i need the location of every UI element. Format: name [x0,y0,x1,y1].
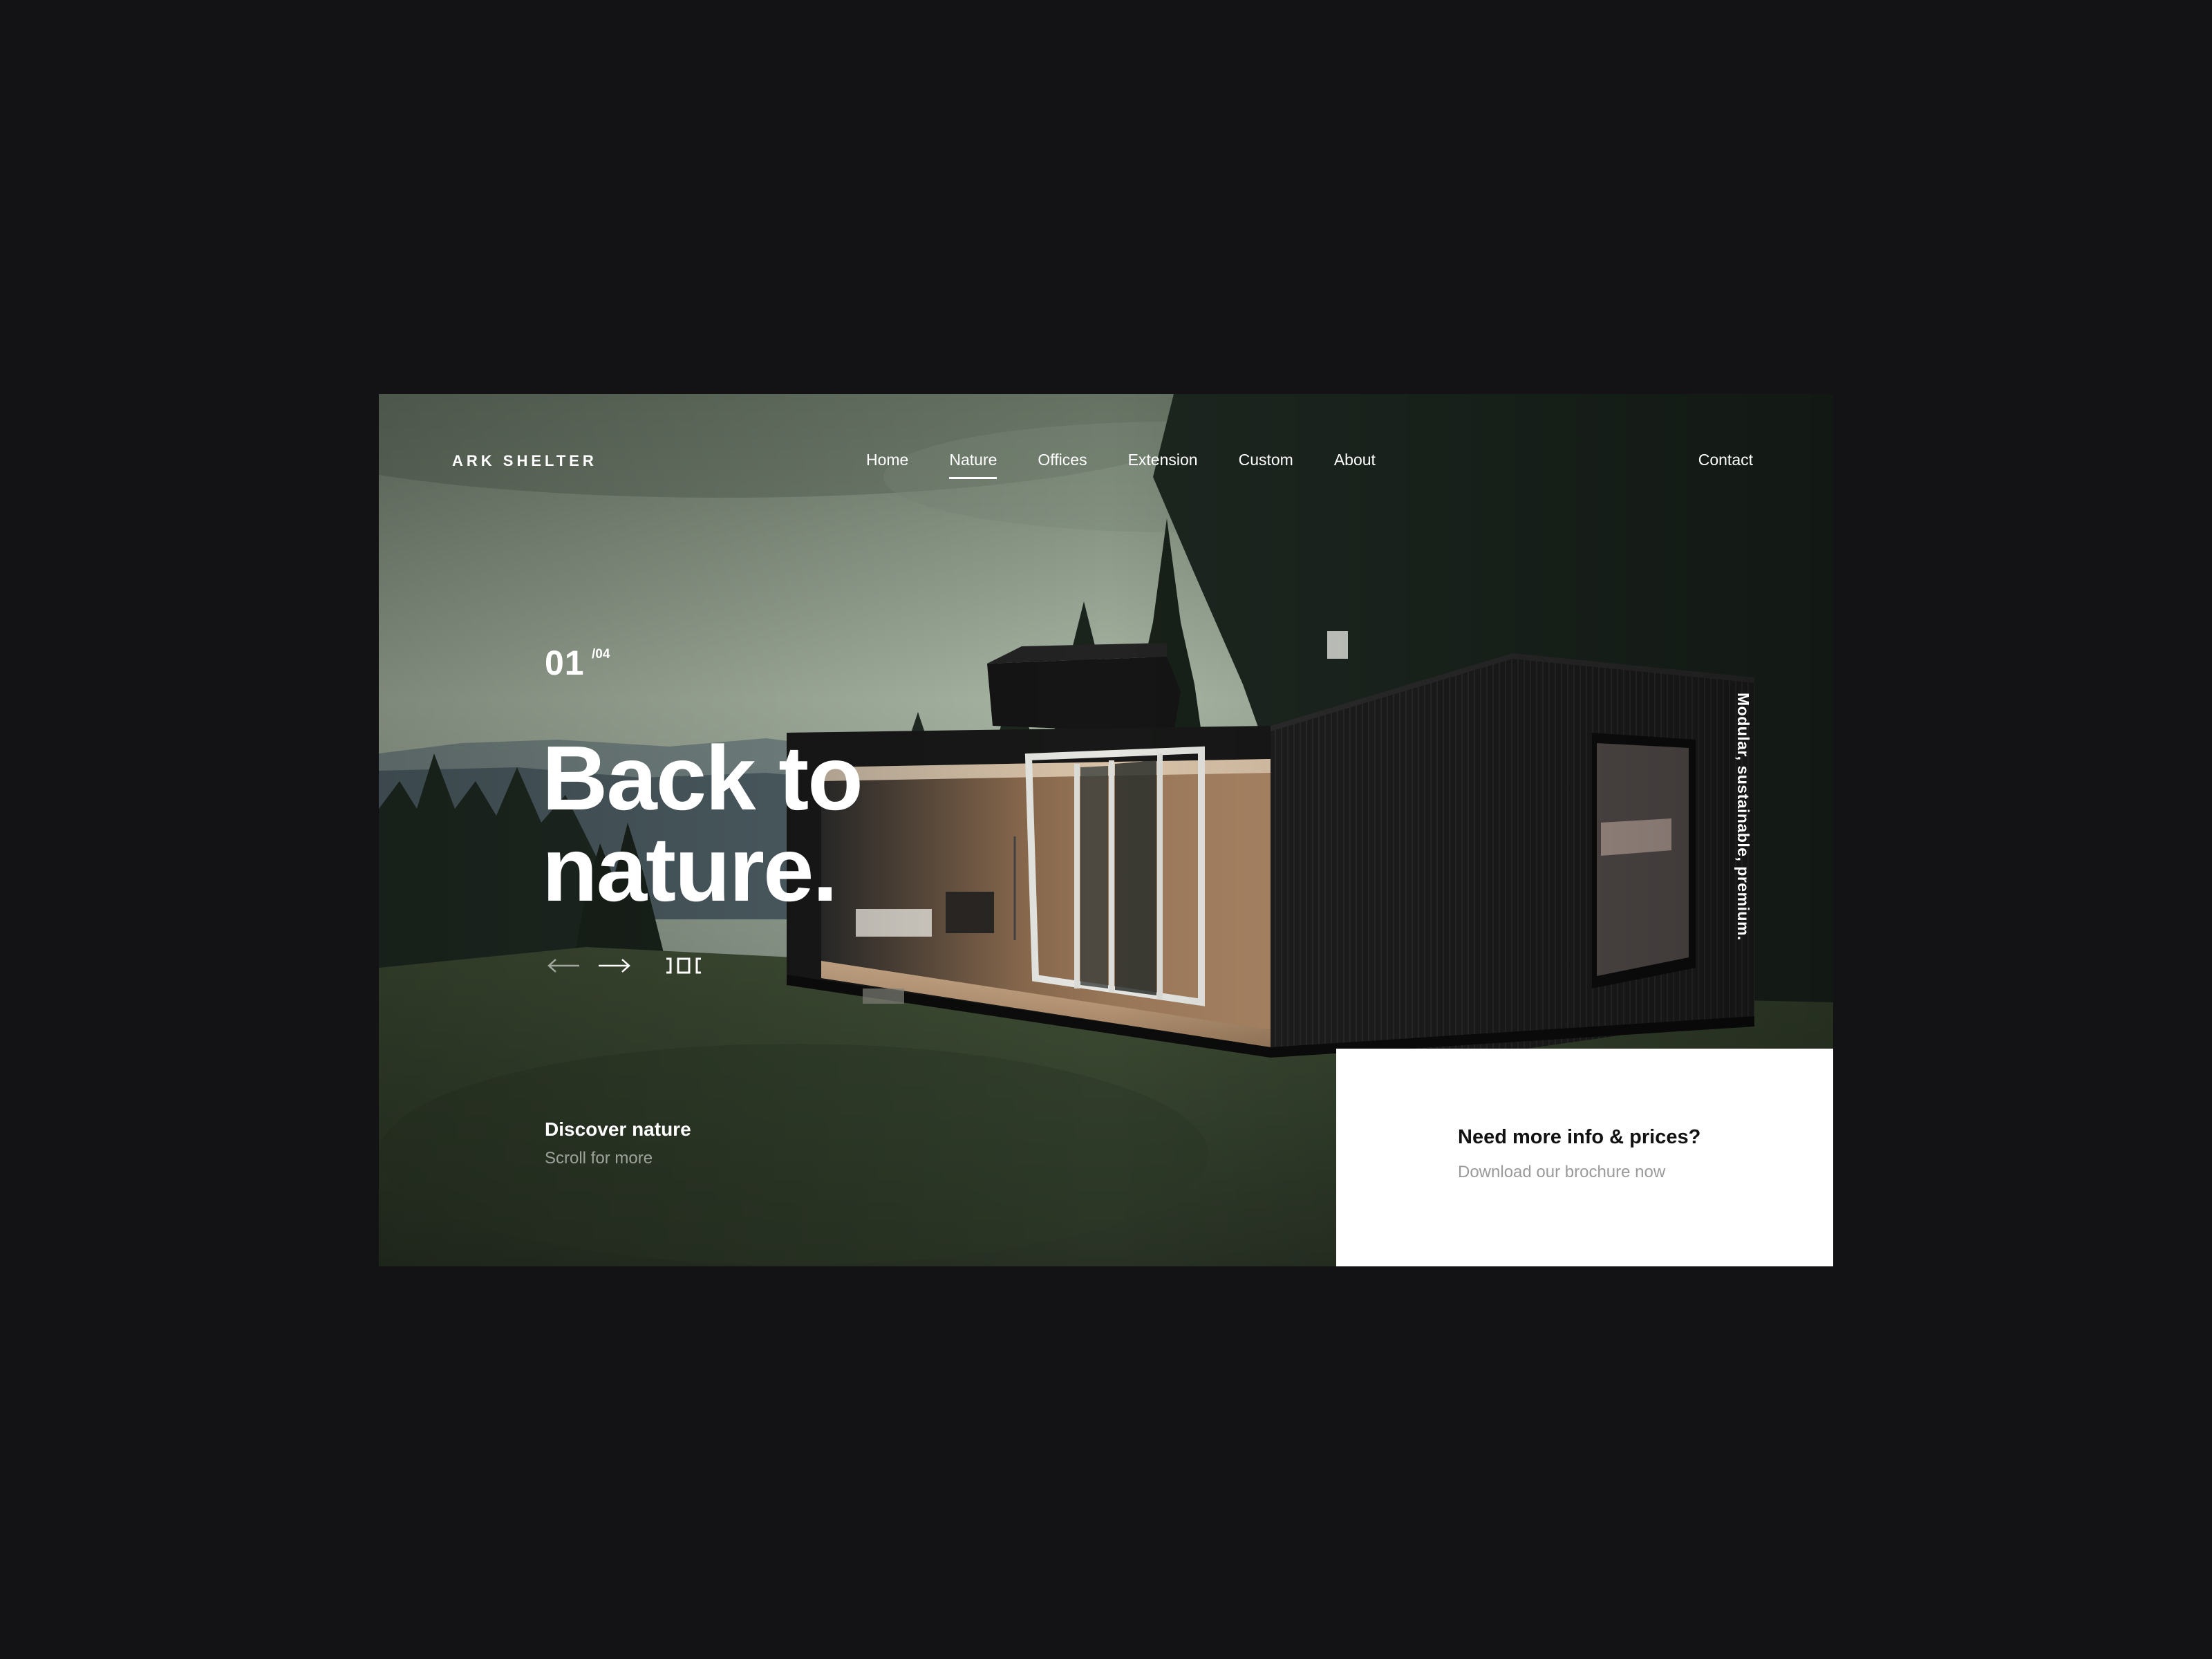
vertical-tagline: Modular, sustainable, premium. [1734,693,1752,941]
hero-headline-line-1: Back to [542,727,863,829]
brochure-download-link[interactable]: Download our brochure now [1458,1163,1665,1182]
arrow-left-icon[interactable] [547,957,581,974]
scroll-hint: Scroll for more [545,1149,653,1168]
brand-logo[interactable]: ARK SHELTER [452,452,597,470]
nav-item-nature[interactable]: Nature [949,451,997,479]
hero-section: ARK SHELTER Home Nature Offices Extensio… [379,394,1833,1266]
discover-title: Discover nature [545,1118,691,1140]
nav-item-offices[interactable]: Offices [1038,451,1087,469]
nav-item-home[interactable]: Home [866,451,908,469]
brochure-title: Need more info & prices? [1458,1126,1701,1148]
slide-current: 01 [545,644,585,682]
nav-item-custom[interactable]: Custom [1239,451,1293,469]
slide-total: /04 [592,647,610,662]
slide-counter: 01 /04 [545,643,610,683]
slider-controls [547,957,702,974]
hero-headline-line-2: nature. [542,818,838,920]
nav-item-extension[interactable]: Extension [1128,451,1198,469]
hero-headline: Back to nature. [542,733,1026,915]
discover-nature[interactable]: Discover nature Scroll for more [545,1118,691,1168]
contact-link[interactable]: Contact [1698,451,1753,469]
brochure-card[interactable]: Need more info & prices? Download our br… [1336,1049,1833,1266]
nav-item-about[interactable]: About [1334,451,1376,469]
grid-view-icon[interactable] [665,957,702,974]
arrow-right-icon[interactable] [597,957,630,974]
main-nav: Home Nature Offices Extension Custom Abo… [866,451,1416,479]
